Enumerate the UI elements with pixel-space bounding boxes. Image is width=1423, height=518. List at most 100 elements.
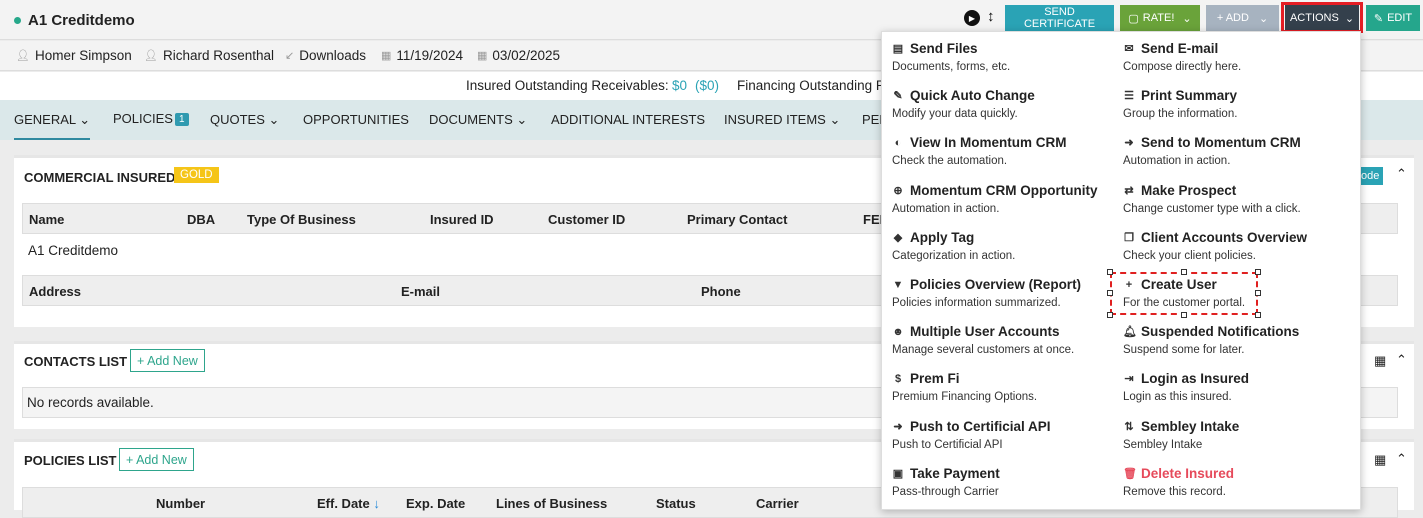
resize-handle[interactable] — [1255, 269, 1261, 275]
producer[interactable]: 👤︎ Homer Simpson — [16, 48, 132, 63]
resize-handle[interactable] — [1107, 290, 1113, 296]
resize-handle[interactable] — [1181, 312, 1187, 318]
financing-receivables-label: Financing Outstanding R — [737, 78, 886, 93]
col-lines-of-business[interactable]: Lines of Business — [496, 496, 607, 511]
col-eff-date[interactable]: Eff. Date ↓ — [317, 496, 380, 511]
menu-item-sembley-intake[interactable]: ⇅ Sembley Intake Sembley Intake — [1123, 419, 1353, 451]
menu-item-label: Push to Certificial API — [910, 418, 1051, 434]
menu-item-login-as-insured[interactable]: ⇥ Login as Insured Login as this insured. — [1123, 371, 1353, 403]
add-contact-button[interactable]: + Add New — [130, 349, 205, 372]
insured-receivables-value[interactable]: $0 — [672, 78, 687, 93]
collapse-icon[interactable]: ⌃ — [1396, 352, 1407, 368]
tab-documents[interactable]: DOCUMENTS ⌄ — [429, 112, 527, 128]
tab-insured-items[interactable]: INSURED ITEMS ⌄ — [724, 112, 840, 128]
menu-item-label: Policies Overview (Report) — [910, 277, 1082, 292]
col-name: Name — [29, 212, 65, 227]
menu-item-view-in-momentum-crm[interactable]: ◐ View In Momentum CRM Check the automatio… — [892, 135, 1122, 167]
menu-item-print-summary[interactable]: ☰ Print Summary Group the information. — [1123, 88, 1353, 120]
chevron-down-icon: ⌄ — [1258, 12, 1269, 25]
menu-item-take-payment[interactable]: ▣ Take Payment Pass-through Carrier — [892, 466, 1122, 498]
menu-item-prem-fi[interactable]: $ Prem Fi Premium Financing Options. — [892, 371, 1122, 403]
add-button[interactable]: + ADD ⌄ — [1206, 5, 1279, 31]
resize-handle[interactable] — [1107, 269, 1113, 275]
arrow-circle-icon: ➜ — [1124, 137, 1134, 150]
copy-icon: ❐ — [1124, 231, 1134, 244]
menu-item-desc: Check your client policies. — [1123, 249, 1256, 262]
menu-item-push-to-certificial-api[interactable]: ➜ Push to Certificial API Push to Certific… — [892, 419, 1122, 451]
menu-item-title: $ Prem Fi — [892, 371, 1122, 386]
menu-item-label: Send Files — [910, 41, 978, 56]
tag-icon: ◆ — [893, 231, 903, 244]
menu-item-desc: Automation in action. — [1123, 155, 1231, 168]
calendar-icon: ▦ — [477, 50, 488, 62]
tab-general-label: GENERAL — [14, 112, 76, 127]
arrow-circle-icon: ➜ — [893, 420, 903, 433]
play-icon[interactable]: ▶ — [964, 10, 980, 26]
col-exp-date[interactable]: Exp. Date — [406, 496, 465, 511]
col-dba: DBA — [187, 212, 216, 227]
tab-general[interactable]: GENERAL ⌄ — [14, 112, 91, 140]
contacts-title: CONTACTS LIST — [24, 354, 128, 369]
send-certificate-button[interactable]: SEND CERTIFICATE — [1005, 5, 1114, 31]
col-number[interactable]: Number — [156, 496, 205, 511]
menu-item-send-to-momentum-crm[interactable]: ➜ Send to Momentum CRM Automation in actio… — [1123, 135, 1353, 167]
add-policy-button[interactable]: + Add New — [119, 448, 194, 471]
menu-item-send-e-mail[interactable]: ✉ Send E-mail Compose directly here. — [1123, 41, 1353, 73]
menu-item-label: View In Momentum CRM — [910, 135, 1067, 151]
menu-item-label: Momentum CRM Opportunity — [910, 182, 1098, 198]
actions-highlight — [1281, 2, 1363, 33]
login-icon: ⇥ — [1124, 373, 1134, 386]
chevron-down-icon: ⌄ — [79, 112, 91, 127]
resize-handle[interactable] — [1181, 269, 1187, 275]
menu-item-delete-insured[interactable]: 🗑︎ Delete Insured Remove this record. — [1123, 466, 1353, 498]
col-carrier[interactable]: Carrier — [756, 496, 799, 511]
menu-item-client-accounts-overview[interactable]: ❐ Client Accounts Overview Check your clie… — [1123, 230, 1353, 262]
col-status[interactable]: Status — [656, 496, 696, 511]
resize-handle[interactable] — [1107, 312, 1113, 318]
pencil-icon: ✎ — [1373, 12, 1384, 25]
tab-opportunities[interactable]: OPPORTUNITIES — [303, 112, 409, 127]
menu-item-quick-auto-change[interactable]: ✎ Quick Auto Change Modify your data quick… — [892, 88, 1122, 120]
menu-item-momentum-crm-opportunity[interactable]: ⊕ Momentum CRM Opportunity Automation in a… — [892, 183, 1122, 215]
collapse-icon[interactable]: ⌃ — [1396, 166, 1407, 182]
sort-down-icon: ↓ — [373, 496, 380, 511]
menu-item-label: Print Summary — [1141, 88, 1238, 104]
csr[interactable]: 👤︎ Richard Rosenthal — [144, 48, 274, 63]
resize-handle[interactable] — [1255, 290, 1261, 296]
menu-item-title: 🗑︎ Delete Insured — [1123, 466, 1353, 481]
tab-additional-interests[interactable]: ADDITIONAL INTERESTS — [551, 112, 705, 127]
tier-badge: GOLD — [174, 167, 219, 183]
status-dot — [14, 17, 21, 24]
producer-name: Homer Simpson — [34, 48, 132, 63]
renewal-date-value: 03/02/2025 — [492, 48, 560, 63]
col-type-of-business: Type Of Business — [247, 212, 356, 227]
user-icon: 👤︎ — [16, 50, 30, 62]
calendar-icon: ▦ — [381, 50, 392, 62]
wallet-icon: ▣ — [892, 467, 904, 480]
menu-item-policies-overview-report[interactable]: ▼ Policies Overview (Report) Policies info… — [892, 277, 1122, 309]
sort-arrows-icon[interactable]: ↕ — [987, 8, 995, 25]
users-icon: ☻ — [892, 325, 904, 338]
menu-item-make-prospect[interactable]: ⇄ Make Prospect Change customer type with … — [1123, 183, 1353, 215]
menu-item-suspended-notifications[interactable]: 🔔︎ Suspended Notifications Suspend some fo… — [1123, 324, 1353, 356]
menu-item-send-files[interactable]: ▤ Send Files Documents, forms, etc. — [892, 41, 1122, 73]
menu-item-multiple-user-accounts[interactable]: ☻ Multiple User Accounts Manage several cu… — [892, 324, 1122, 356]
file-icon: ▤ — [892, 43, 904, 55]
layout-icon[interactable]: ▦ — [1374, 452, 1386, 468]
insured-receivables-paren[interactable]: ($0) — [695, 78, 719, 93]
page-title: A1 Creditdemo — [28, 12, 135, 29]
menu-item-label: Take Payment — [910, 465, 1000, 481]
edit-button[interactable]: ✎ EDIT — [1366, 5, 1420, 31]
menu-item-apply-tag[interactable]: ◆ Apply Tag Categorization in action. — [892, 230, 1122, 262]
col-eff-date-label: Eff. Date — [317, 496, 370, 511]
layout-icon[interactable]: ▦ — [1374, 353, 1386, 369]
resize-handle[interactable] — [1255, 312, 1261, 318]
collapse-icon[interactable]: ⌃ — [1396, 451, 1407, 467]
tab-quotes[interactable]: QUOTES ⌄ — [210, 112, 279, 128]
rate-button[interactable]: ▢ RATE! ⌄ — [1120, 5, 1200, 31]
tab-policies[interactable]: POLICIES 1 — [113, 111, 189, 126]
tab-quotes-label: QUOTES — [210, 112, 265, 127]
menu-item-desc: Remove this record. — [1123, 485, 1226, 498]
menu-item-desc: Categorization in action. — [892, 249, 1016, 262]
trash-icon: 🗑︎ — [1123, 467, 1137, 480]
